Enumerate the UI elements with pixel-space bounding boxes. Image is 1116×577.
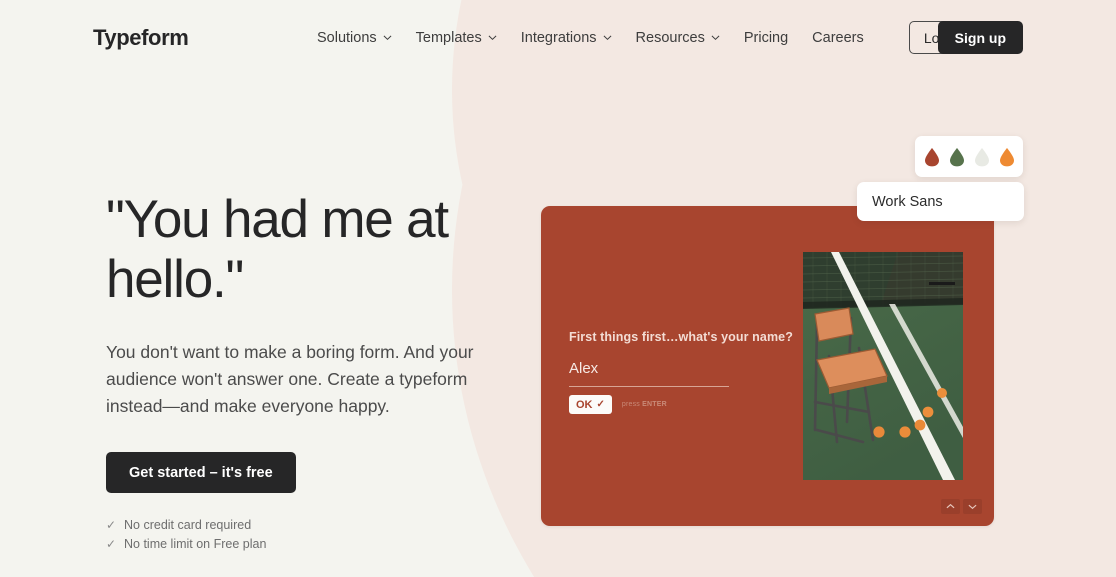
main-navigation: Solutions Templates Integrations Resourc… <box>305 26 876 50</box>
form-answer-input[interactable]: Alex <box>569 360 729 377</box>
nav-label-templates: Templates <box>415 30 482 46</box>
get-started-button[interactable]: Get started – it's free <box>106 452 296 493</box>
form-input-underline <box>569 386 729 387</box>
nav-item-integrations[interactable]: Integrations <box>509 26 624 50</box>
press-enter-key: ENTER <box>642 401 667 408</box>
site-header: Typeform Solutions Templates Integration… <box>0 0 1116 76</box>
hero-subtitle: You don't want to make a boring form. An… <box>106 342 474 416</box>
form-question-label: First things first…what's your name? <box>569 330 793 344</box>
nav-label-resources: Resources <box>635 30 705 46</box>
check-icon: ✓ <box>106 518 117 532</box>
form-submit-row: OK ✓ press ENTER <box>569 395 667 414</box>
chevron-down-icon <box>711 33 720 42</box>
nav-label-solutions: Solutions <box>317 30 377 46</box>
nav-label-careers: Careers <box>812 30 864 46</box>
hero-section: "You had me at hello." You don't want to… <box>106 190 526 554</box>
nav-item-templates[interactable]: Templates <box>404 26 509 50</box>
brand-logo[interactable]: Typeform <box>93 25 189 51</box>
ok-button[interactable]: OK ✓ <box>569 395 612 414</box>
feature-list: ✓ No credit card required ✓ No time limi… <box>106 516 526 554</box>
press-enter-hint: press ENTER <box>622 401 667 408</box>
page-title: "You had me at hello." <box>106 190 449 309</box>
nav-up-button[interactable] <box>941 499 960 514</box>
nav-label-integrations: Integrations <box>520 30 597 46</box>
nav-down-button[interactable] <box>963 499 982 514</box>
chevron-down-icon <box>383 33 392 42</box>
feature-label: No time limit on Free plan <box>124 537 267 551</box>
feature-label: No credit card required <box>124 518 252 532</box>
list-item: ✓ No time limit on Free plan <box>106 535 526 554</box>
nav-item-solutions[interactable]: Solutions <box>305 26 404 50</box>
swatch-green-droplet-icon[interactable] <box>949 147 965 167</box>
ok-label: OK <box>576 398 593 411</box>
page-root: Typeform Solutions Templates Integration… <box>0 0 1116 577</box>
tennis-court-photo <box>803 252 963 480</box>
swatch-rust-droplet-icon[interactable] <box>924 147 940 167</box>
nav-item-pricing[interactable]: Pricing <box>732 26 800 50</box>
form-preview-card: First things first…what's your name? Ale… <box>541 206 994 526</box>
check-icon: ✓ <box>596 399 605 410</box>
swatch-orange-droplet-icon[interactable] <box>999 147 1015 167</box>
form-navigation-controls <box>941 499 982 514</box>
nav-item-resources[interactable]: Resources <box>624 26 732 50</box>
font-selector-panel[interactable]: Work Sans <box>857 182 1024 221</box>
chevron-down-icon <box>603 33 612 42</box>
font-name-label: Work Sans <box>872 193 943 210</box>
chevron-down-icon <box>488 33 497 42</box>
swatch-offwhite-droplet-icon[interactable] <box>974 147 990 167</box>
nav-item-careers[interactable]: Careers <box>800 26 876 50</box>
press-enter-prefix: press <box>621 401 641 408</box>
check-icon: ✓ <box>106 537 117 551</box>
signup-button[interactable]: Sign up <box>937 21 1023 54</box>
list-item: ✓ No credit card required <box>106 516 526 535</box>
nav-label-pricing: Pricing <box>743 30 789 46</box>
color-swatch-panel <box>915 136 1023 177</box>
